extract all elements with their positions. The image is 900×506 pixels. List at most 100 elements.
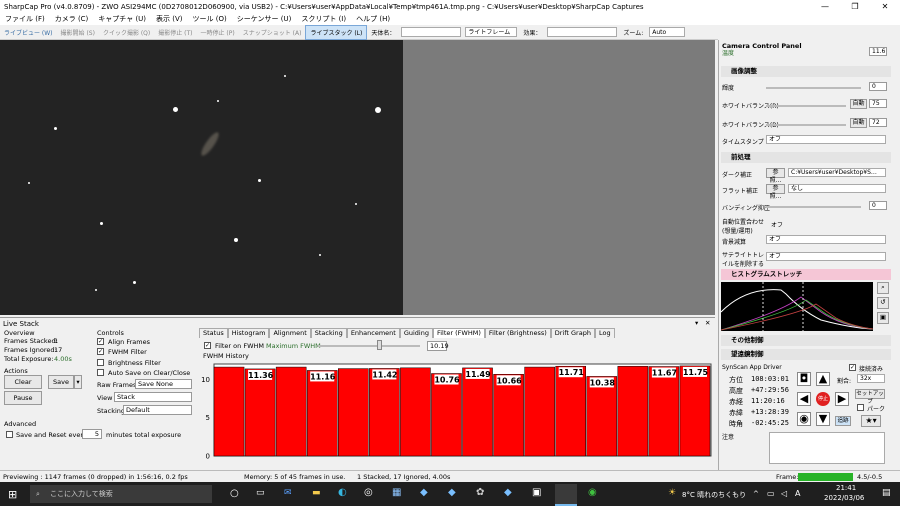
wb-r-input[interactable]: 75 bbox=[869, 99, 887, 108]
chrome-icon[interactable]: ◎ bbox=[364, 487, 373, 498]
menu-item[interactable]: 表示 (V) bbox=[151, 14, 187, 24]
move-left-icon[interactable]: ◀ bbox=[797, 392, 811, 406]
track-button[interactable]: 追跡 bbox=[835, 416, 851, 426]
histogram-zoom-icon[interactable]: ⌕ bbox=[877, 282, 889, 294]
max-fwhm-slider[interactable] bbox=[318, 345, 420, 347]
wb-r-auto-button[interactable]: 自動 bbox=[850, 99, 867, 109]
terminal-icon[interactable]: ▣ bbox=[532, 487, 541, 498]
volume-icon[interactable]: ◁ bbox=[781, 489, 787, 498]
live-stack-button[interactable]: ライブスタック (L) bbox=[305, 24, 368, 40]
save-dropdown-icon[interactable]: ▾ bbox=[74, 375, 82, 389]
start-capture-button[interactable]: 撮影開始 (S) bbox=[57, 25, 99, 40]
align-frames-checkbox[interactable]: ✓ bbox=[97, 338, 104, 345]
bg-sub-select[interactable]: オフ bbox=[766, 235, 886, 244]
dark-browse-button[interactable]: 参照... bbox=[766, 168, 785, 184]
move-down-icon[interactable]: ▼ bbox=[816, 412, 830, 426]
app-icon[interactable]: ◉ bbox=[588, 487, 597, 498]
live-view-button[interactable]: ライブビュー (W) bbox=[0, 25, 57, 40]
histogram-stretch-graph[interactable] bbox=[721, 282, 873, 331]
menu-item[interactable]: スクリプト (I) bbox=[296, 14, 351, 24]
task-view-icon[interactable]: ▭ bbox=[256, 488, 265, 498]
app-icon[interactable]: ✿ bbox=[476, 487, 484, 498]
menu-item[interactable]: キャプチャ (U) bbox=[93, 14, 151, 24]
tab-item[interactable]: Drift Graph bbox=[550, 328, 595, 338]
weather-text[interactable]: 8°C 晴れのちくもり bbox=[682, 490, 746, 500]
brightness-filter-checkbox[interactable] bbox=[97, 359, 104, 366]
flat-browse-button[interactable]: 参照... bbox=[766, 184, 785, 200]
pause-stack-button[interactable]: Pause bbox=[4, 391, 42, 405]
satellite-select[interactable]: オフ bbox=[766, 252, 886, 261]
tab-item[interactable]: Filter (FWHM) bbox=[432, 328, 485, 338]
clock-date[interactable]: 2022/03/06 bbox=[824, 494, 864, 502]
minimize-icon[interactable]: — bbox=[810, 0, 840, 13]
file-explorer-icon[interactable]: ▬ bbox=[312, 488, 321, 498]
preprocess-header[interactable]: 前処理 bbox=[721, 152, 891, 163]
center-icon[interactable]: ◉ bbox=[797, 412, 811, 426]
tab-item[interactable]: Log bbox=[594, 328, 615, 338]
input-method-icon[interactable]: A bbox=[795, 489, 800, 498]
park-checkbox[interactable] bbox=[857, 404, 864, 411]
goto-icon[interactable]: ◘ bbox=[797, 372, 811, 386]
target-input[interactable] bbox=[401, 27, 462, 37]
fwhm-filter-checkbox[interactable]: ✓ bbox=[97, 348, 104, 355]
banding-slider[interactable] bbox=[766, 206, 861, 208]
menu-item[interactable]: ヘルプ (H) bbox=[351, 14, 395, 24]
dark-select[interactable]: C:¥Users¥user¥Desktop¥S… bbox=[788, 168, 886, 177]
save-button[interactable]: Save bbox=[48, 375, 74, 389]
max-fwhm-input[interactable]: 10.19 bbox=[427, 341, 449, 351]
mail-icon[interactable]: ✉ bbox=[284, 488, 292, 498]
brightness-slider[interactable] bbox=[766, 87, 861, 89]
autosave-checkbox[interactable] bbox=[97, 369, 104, 376]
sharpcap-taskbar-icon[interactable] bbox=[555, 484, 577, 506]
close-panel-icon[interactable]: ✕ bbox=[705, 319, 710, 327]
pause-button[interactable]: 一時停止 (P) bbox=[197, 25, 239, 40]
connected-checkbox[interactable]: ✓ bbox=[849, 364, 856, 371]
other-controls-header[interactable]: その他制御 bbox=[721, 335, 891, 346]
image-adjust-header[interactable]: 画像調整 bbox=[721, 66, 891, 77]
close-icon[interactable]: ✕ bbox=[870, 0, 900, 13]
tab-item[interactable]: Stacking bbox=[310, 328, 347, 338]
move-right-icon[interactable]: ▶ bbox=[835, 392, 849, 406]
tab-item[interactable]: Alignment bbox=[269, 328, 311, 338]
menu-item[interactable]: ファイル (F) bbox=[0, 14, 50, 24]
edge-icon[interactable]: ◐ bbox=[338, 487, 347, 498]
clock-time[interactable]: 21:41 bbox=[836, 484, 856, 492]
notes-input[interactable] bbox=[769, 432, 885, 464]
flat-select[interactable]: なし bbox=[788, 184, 886, 193]
timestamp-select[interactable]: オフ bbox=[766, 135, 886, 144]
histogram-header[interactable]: ヒストグラムストレッチ bbox=[721, 269, 891, 280]
cortana-icon[interactable]: ○ bbox=[230, 488, 239, 499]
app-icon[interactable]: ◆ bbox=[420, 487, 428, 498]
tray-chevron-icon[interactable]: ^ bbox=[753, 490, 759, 498]
windows-start-icon[interactable]: ⊞ bbox=[8, 488, 17, 501]
setup-button[interactable]: セットアップ bbox=[855, 389, 885, 405]
tab-item[interactable]: Histogram bbox=[227, 328, 270, 338]
rate-select[interactable]: 32x bbox=[857, 374, 885, 383]
banding-input[interactable]: 0 bbox=[869, 201, 887, 210]
wb-b-input[interactable]: 72 bbox=[869, 118, 887, 127]
snapshot-button[interactable]: スナップショット (A) bbox=[239, 25, 306, 40]
stacking-select[interactable]: Default bbox=[123, 405, 192, 415]
tab-item[interactable]: Enhancement bbox=[346, 328, 400, 338]
filter-fwhm-checkbox[interactable]: ✓ bbox=[204, 342, 211, 349]
max-fwhm-slider-thumb[interactable] bbox=[377, 340, 382, 350]
raw-frames-select[interactable]: Save None bbox=[135, 379, 192, 389]
store-icon[interactable]: ▦ bbox=[392, 487, 401, 498]
save-reset-checkbox[interactable] bbox=[6, 431, 13, 438]
wb-b-auto-button[interactable]: 自動 bbox=[850, 118, 867, 128]
search-box[interactable]: ⌕ ここに入力して検索 bbox=[30, 485, 212, 503]
tab-item[interactable]: Guiding bbox=[399, 328, 433, 338]
maximize-icon[interactable]: ❐ bbox=[840, 0, 870, 13]
stop-capture-button[interactable]: 撮影停止 (T) bbox=[154, 25, 196, 40]
image-viewer[interactable] bbox=[0, 40, 403, 315]
tab-item[interactable]: Filter (Brightness) bbox=[484, 328, 551, 338]
menu-item[interactable]: ツール (O) bbox=[188, 14, 232, 24]
pin-icon[interactable]: ▾ bbox=[695, 319, 698, 327]
quick-capture-button[interactable]: クイック撮影 (Q) bbox=[99, 25, 154, 40]
app-icon[interactable]: ◆ bbox=[504, 487, 512, 498]
move-up-icon[interactable]: ▲ bbox=[816, 372, 830, 386]
menu-item[interactable]: カメラ (C) bbox=[50, 14, 94, 24]
network-icon[interactable]: ▭ bbox=[767, 489, 775, 498]
effect-select[interactable] bbox=[547, 27, 618, 37]
view-select[interactable]: Stack bbox=[114, 392, 192, 402]
